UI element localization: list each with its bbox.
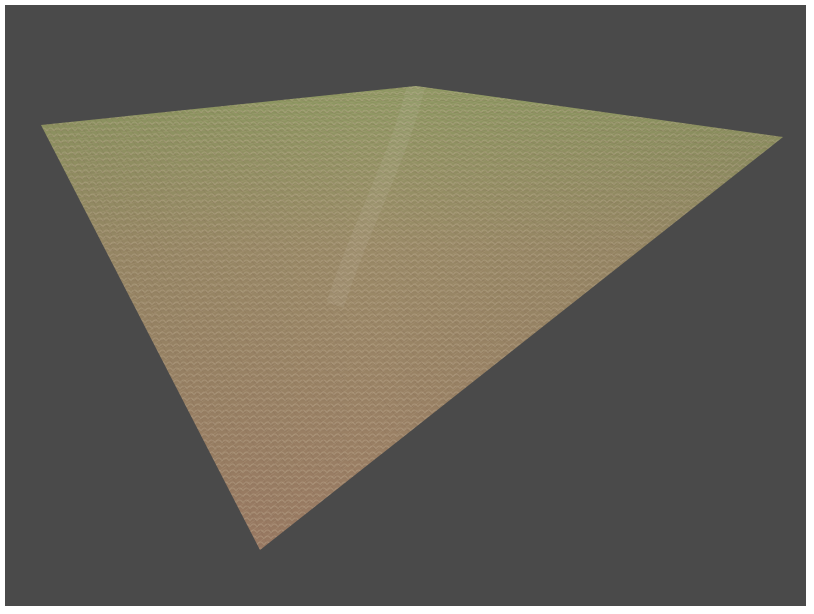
app-window	[0, 0, 814, 614]
terrain-render	[41, 86, 783, 550]
terrain-plane	[41, 86, 783, 550]
3d-viewport[interactable]	[5, 5, 806, 606]
